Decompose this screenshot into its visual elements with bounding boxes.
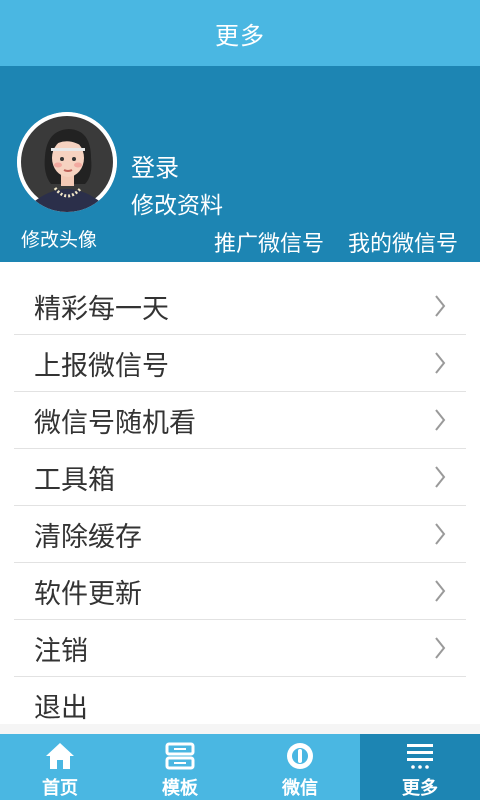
template-icon	[163, 740, 197, 772]
chevron-right-icon	[435, 580, 446, 602]
menu-item-random-wechat[interactable]: 微信号随机看	[14, 392, 466, 449]
promote-wechat-link[interactable]: 推广微信号	[214, 226, 324, 258]
chevron-right-icon	[435, 523, 446, 545]
menu-item-logout[interactable]: 注销	[14, 620, 466, 677]
chevron-right-icon	[435, 409, 446, 431]
menu-item-label: 清除缓存	[34, 521, 142, 553]
edit-profile-link[interactable]: 修改资料	[131, 186, 223, 220]
avatar[interactable]	[17, 112, 117, 212]
chevron-right-icon	[435, 466, 446, 488]
menu-item-report-wechat[interactable]: 上报微信号	[14, 335, 466, 392]
bottom-tab-bar: 首页 模板 微信 更多	[0, 734, 480, 800]
menu-list: 精彩每一天 上报微信号 微信号随机看 工具箱 清除缓存 软件更新 注销 退出	[0, 278, 480, 733]
page-title: 更多	[215, 21, 265, 50]
list-footer-divider	[0, 724, 480, 734]
wechat-icon	[283, 740, 317, 772]
tab-more[interactable]: 更多	[360, 734, 480, 800]
edit-avatar-link[interactable]: 修改头像	[21, 225, 97, 252]
menu-item-label: 上报微信号	[34, 350, 169, 382]
tab-home[interactable]: 首页	[0, 734, 120, 800]
tab-label: 更多	[402, 778, 438, 799]
menu-item-daily[interactable]: 精彩每一天	[14, 278, 466, 335]
home-icon	[43, 740, 77, 772]
menu-item-label: 微信号随机看	[34, 407, 196, 439]
tab-wechat[interactable]: 微信	[240, 734, 360, 800]
tab-template[interactable]: 模板	[120, 734, 240, 800]
my-wechat-link[interactable]: 我的微信号	[348, 226, 458, 258]
menu-item-label: 工具箱	[34, 464, 115, 496]
tab-label: 微信	[282, 778, 318, 799]
title-bar: 更多	[0, 0, 480, 66]
chevron-right-icon	[435, 352, 446, 374]
menu-item-software-update[interactable]: 软件更新	[14, 563, 466, 620]
menu-item-label: 软件更新	[34, 578, 142, 610]
chevron-right-icon	[435, 637, 446, 659]
profile-header: 修改头像 登录 修改资料 推广微信号 我的微信号	[0, 66, 480, 262]
menu-item-label: 退出	[34, 692, 88, 724]
tab-label: 模板	[162, 778, 198, 799]
tab-label: 首页	[42, 778, 78, 799]
menu-item-label: 精彩每一天	[34, 293, 169, 325]
login-link[interactable]: 登录	[131, 148, 179, 183]
menu-item-toolbox[interactable]: 工具箱	[14, 449, 466, 506]
more-icon	[403, 740, 437, 772]
avatar-portrait-icon	[17, 112, 117, 212]
menu-item-label: 注销	[34, 635, 88, 667]
more-screen: 更多 修改头像 登录 修改资料 推广微信号 我的微信号 精彩每一天 上报微信号 …	[0, 0, 480, 800]
chevron-right-icon	[435, 295, 446, 317]
menu-item-clear-cache[interactable]: 清除缓存	[14, 506, 466, 563]
